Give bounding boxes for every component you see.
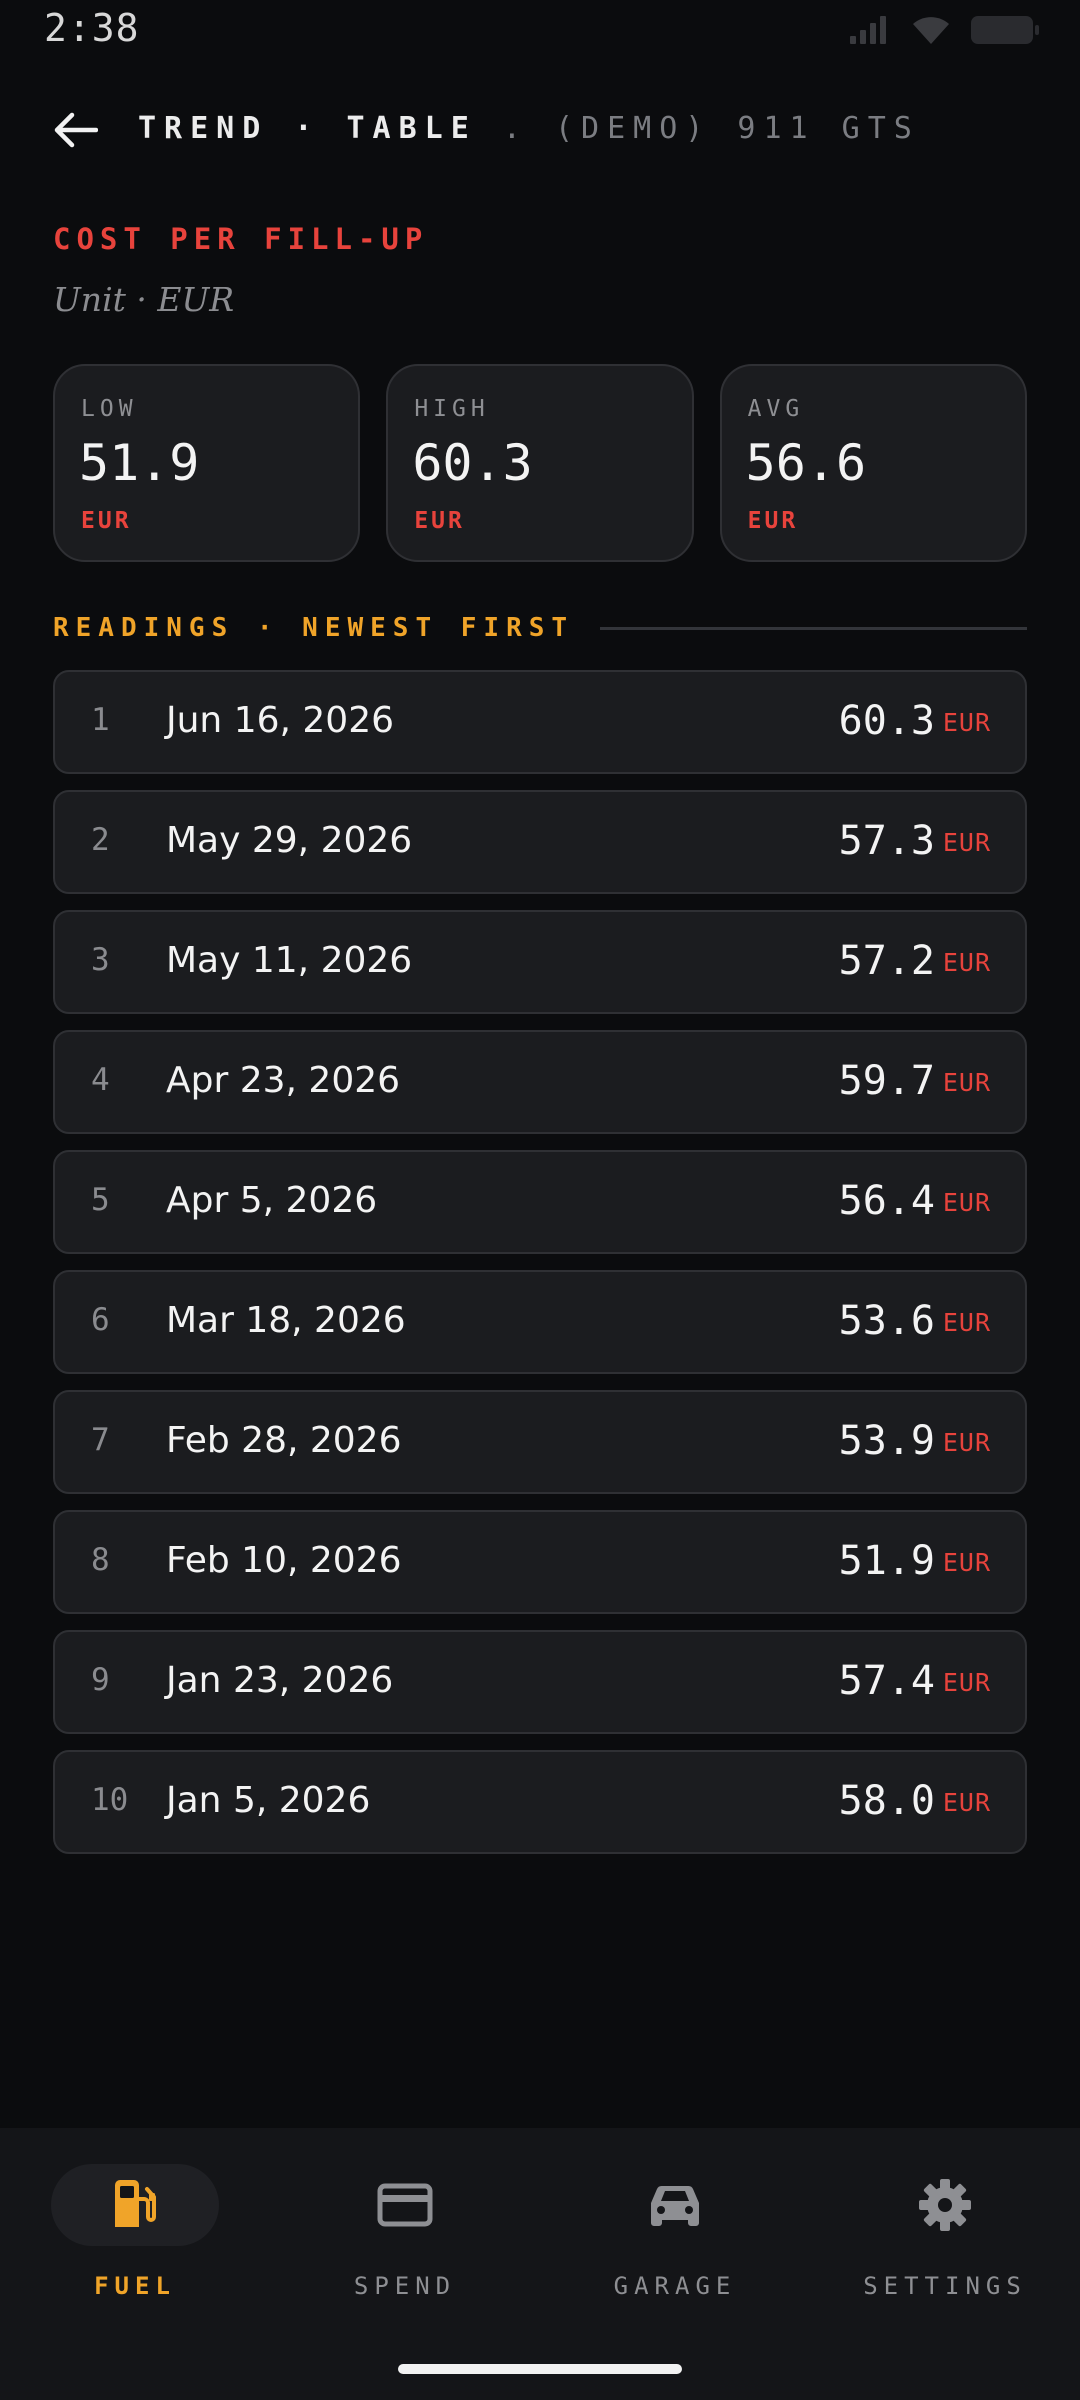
unit-label: Unit · EUR [53,280,235,319]
stat-unit: EUR [414,508,465,534]
stat-label: HIGH [414,396,490,422]
nav-label: FUEL [94,2272,176,2300]
header: TREND · TABLE . (DEMO) 911 GTS [0,95,1080,165]
row-index: 3 [91,942,110,978]
row-unit: EUR [942,1428,991,1457]
readings-divider [600,626,1027,630]
row-index: 8 [91,1542,110,1578]
list-item[interactable]: 1 Jun 16, 2026 60.3 EUR [53,670,1027,774]
gear-icon [919,2179,971,2231]
page-title: TREND · TABLE . (DEMO) 911 GTS [138,111,920,146]
row-unit: EUR [942,1068,991,1097]
row-value: 59.7 [838,1058,935,1104]
row-unit: EUR [942,828,991,857]
row-index: 2 [91,822,110,858]
row-date: May 11, 2026 [166,940,413,981]
status-icons [848,10,1040,50]
row-value: 53.6 [838,1298,935,1344]
home-indicator[interactable] [398,2364,682,2374]
list-item[interactable]: 7 Feb 28, 2026 53.9 EUR [53,1390,1027,1494]
stat-card-high: HIGH 60.3 EUR [386,364,694,562]
row-value: 51.9 [838,1538,935,1584]
row-value: 53.9 [838,1418,935,1464]
row-date: Mar 18, 2026 [166,1300,406,1341]
nav-pill [861,2164,1029,2246]
stat-value: 56.6 [745,434,867,492]
nav-label: GARAGE [613,2272,737,2300]
row-date: Jan 23, 2026 [166,1660,394,1701]
row-date: Jun 16, 2026 [166,700,395,741]
back-button[interactable] [50,105,100,155]
row-index: 10 [91,1782,129,1818]
bottom-nav: FUEL SPEND GARAGE SETTINGS [0,2128,1080,2400]
row-date: May 29, 2026 [166,820,413,861]
nav-item-spend[interactable]: SPEND [270,2164,540,2314]
stat-label: AVG [747,396,805,422]
row-index: 1 [91,702,110,738]
list-item[interactable]: 10 Jan 5, 2026 58.0 EUR [53,1750,1027,1854]
battery-icon [971,16,1039,44]
nav-label: SPEND [353,2272,457,2300]
row-date: Jan 5, 2026 [166,1780,371,1821]
row-unit: EUR [942,1308,991,1337]
stat-unit: EUR [81,508,132,534]
readings-title: READINGS · NEWEST FIRST [53,613,575,643]
status-bar: 2:38 [0,0,1080,60]
row-value: 60.3 [838,698,935,744]
row-index: 5 [91,1182,110,1218]
stats-row: LOW 51.9 EUR HIGH 60.3 EUR AVG 56.6 EUR [53,364,1027,562]
nav-pill [51,2164,219,2246]
row-value: 57.4 [838,1658,935,1704]
stat-value: 60.3 [412,434,533,492]
nav-item-garage[interactable]: GARAGE [540,2164,810,2314]
stat-card-avg: AVG 56.6 EUR [719,364,1027,562]
wifi-icon [913,17,949,44]
page-subtitle: . (DEMO) 911 GTS [502,111,920,146]
row-date: Apr 5, 2026 [166,1180,378,1221]
signal-icon [850,16,886,44]
stat-label: LOW [81,396,138,422]
nav-pill [321,2164,489,2246]
page-title-main: TREND · TABLE [138,111,477,146]
stat-unit: EUR [747,508,799,534]
row-value: 57.3 [838,818,935,864]
metric-title: COST PER FILL-UP [53,222,429,256]
row-index: 6 [91,1302,110,1338]
row-date: Feb 28, 2026 [166,1420,402,1461]
list-item[interactable]: 4 Apr 23, 2026 59.7 EUR [53,1030,1027,1134]
row-unit: EUR [942,1788,991,1817]
stat-card-low: LOW 51.9 EUR [53,364,361,562]
row-value: 57.2 [838,938,935,984]
nav-label: SETTINGS [863,2272,1027,2300]
row-value: 56.4 [838,1178,935,1224]
nav-item-fuel[interactable]: FUEL [0,2164,270,2314]
arrow-left-icon [54,112,98,148]
row-index: 7 [91,1422,110,1458]
list-item[interactable]: 5 Apr 5, 2026 56.4 EUR [53,1150,1027,1254]
list-item[interactable]: 6 Mar 18, 2026 53.6 EUR [53,1270,1027,1374]
row-index: 9 [91,1662,110,1698]
row-unit: EUR [942,708,991,737]
credit-card-icon [377,2183,433,2227]
row-unit: EUR [942,1188,991,1217]
row-unit: EUR [942,1668,991,1697]
row-value: 58.0 [838,1778,935,1824]
car-icon [651,2186,699,2226]
nav-pill [591,2164,759,2246]
status-time: 2:38 [44,6,140,50]
row-unit: EUR [942,1548,991,1577]
row-date: Apr 23, 2026 [166,1060,401,1101]
list-item[interactable]: 9 Jan 23, 2026 57.4 EUR [53,1630,1027,1734]
list-item[interactable]: 8 Feb 10, 2026 51.9 EUR [53,1510,1027,1614]
fuel-pump-icon [115,2180,156,2227]
row-index: 4 [91,1062,110,1098]
row-unit: EUR [942,948,991,977]
nav-item-settings[interactable]: SETTINGS [810,2164,1080,2314]
row-date: Feb 10, 2026 [166,1540,402,1581]
list-item[interactable]: 2 May 29, 2026 57.3 EUR [53,790,1027,894]
readings-heading: READINGS · NEWEST FIRST [53,610,1027,646]
list-item[interactable]: 3 May 11, 2026 57.2 EUR [53,910,1027,1014]
stat-value: 51.9 [79,434,200,492]
